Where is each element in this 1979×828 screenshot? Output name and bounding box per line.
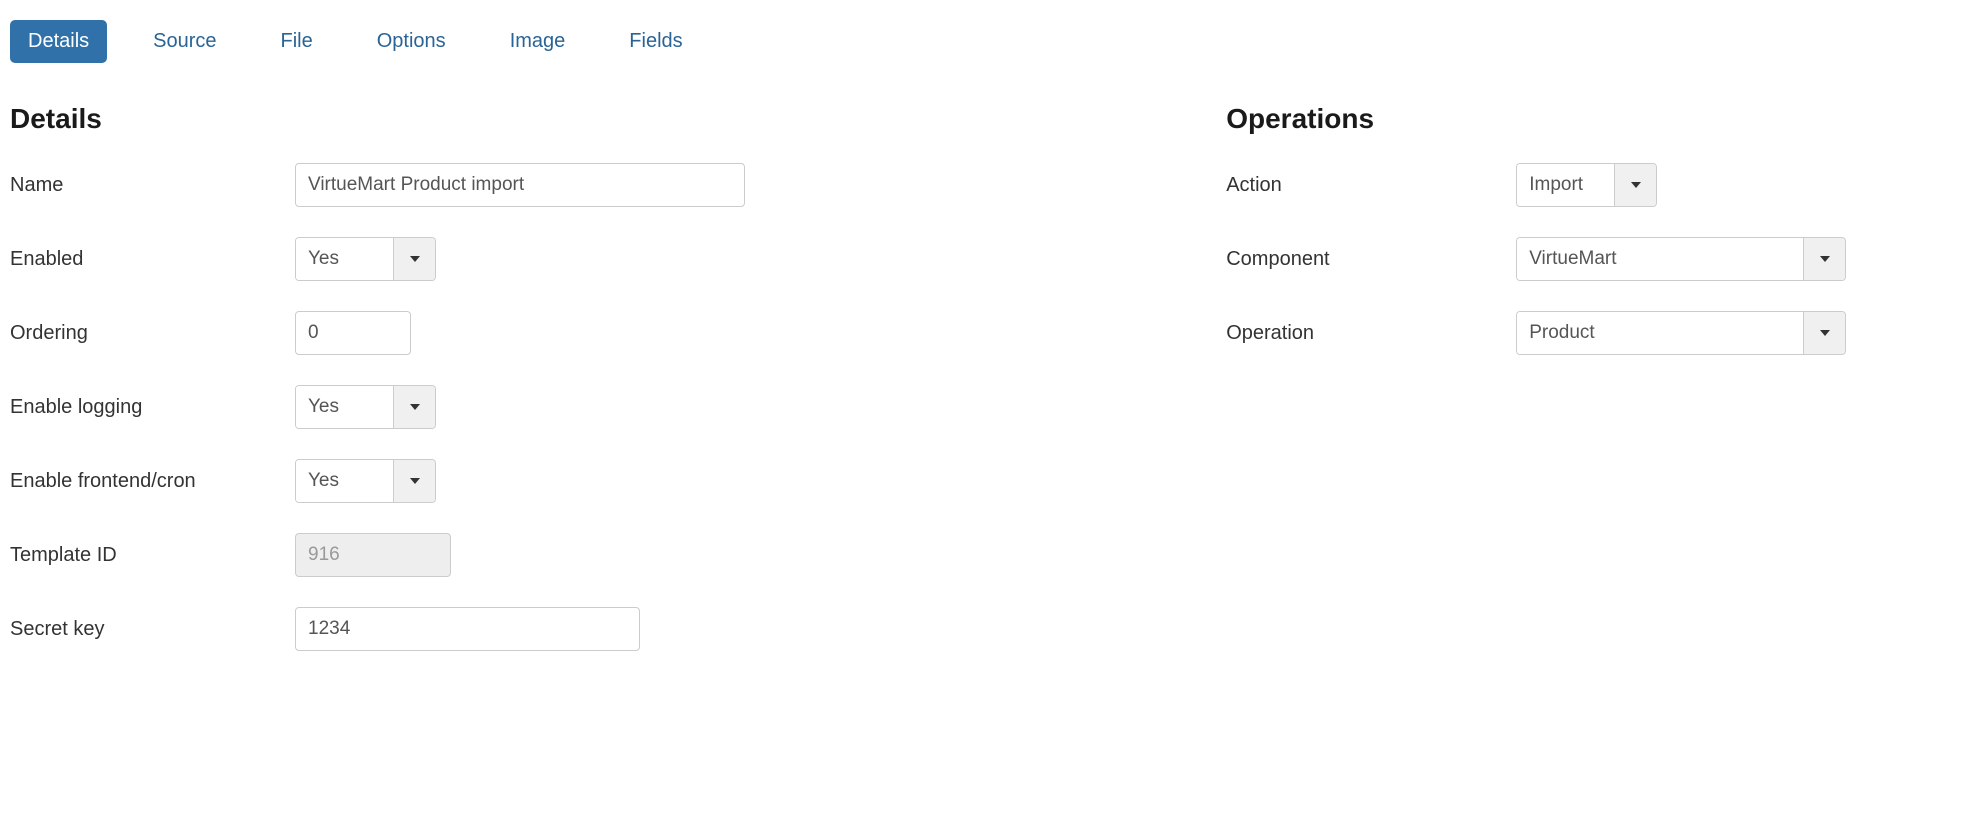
ordering-label: Ordering — [10, 322, 295, 345]
action-dropdown-button[interactable] — [1614, 164, 1656, 206]
enable-frontend-select[interactable]: Yes — [295, 459, 436, 503]
chevron-down-icon — [1820, 330, 1830, 336]
template-id-label: Template ID — [10, 544, 295, 567]
action-select[interactable]: Import — [1516, 163, 1657, 207]
enabled-label: Enabled — [10, 248, 295, 271]
operation-select[interactable]: Product — [1516, 311, 1846, 355]
enabled-dropdown-button[interactable] — [393, 238, 435, 280]
tab-options[interactable]: Options — [359, 20, 464, 63]
chevron-down-icon — [1820, 256, 1830, 262]
enable-logging-label: Enable logging — [10, 396, 295, 419]
enable-logging-value: Yes — [296, 386, 393, 428]
template-id-input — [295, 533, 451, 577]
tab-details[interactable]: Details — [10, 20, 107, 63]
chevron-down-icon — [410, 404, 420, 410]
enable-frontend-value: Yes — [296, 460, 393, 502]
enable-logging-select[interactable]: Yes — [295, 385, 436, 429]
enable-frontend-label: Enable frontend/cron — [10, 470, 295, 493]
secret-key-input[interactable] — [295, 607, 640, 651]
component-dropdown-button[interactable] — [1803, 238, 1845, 280]
operation-label: Operation — [1226, 322, 1516, 345]
chevron-down-icon — [410, 256, 420, 262]
operation-dropdown-button[interactable] — [1803, 312, 1845, 354]
enabled-value: Yes — [296, 238, 393, 280]
enabled-select[interactable]: Yes — [295, 237, 436, 281]
name-input[interactable] — [295, 163, 745, 207]
tabs-nav: Details Source File Options Image Fields — [10, 20, 1969, 63]
component-label: Component — [1226, 248, 1516, 271]
component-select[interactable]: VirtueMart — [1516, 237, 1846, 281]
action-value: Import — [1517, 164, 1614, 206]
tab-image[interactable]: Image — [492, 20, 584, 63]
operations-heading: Operations — [1226, 103, 1969, 135]
chevron-down-icon — [410, 478, 420, 484]
operations-panel: Operations Action Import Component Virtu… — [1226, 103, 1969, 681]
secret-key-label: Secret key — [10, 618, 295, 641]
details-heading: Details — [10, 103, 1146, 135]
tab-fields[interactable]: Fields — [611, 20, 700, 63]
details-panel: Details Name Enabled Yes Ordering Enable… — [10, 103, 1146, 681]
tab-source[interactable]: Source — [135, 20, 234, 63]
enable-logging-dropdown-button[interactable] — [393, 386, 435, 428]
chevron-down-icon — [1631, 182, 1641, 188]
action-label: Action — [1226, 174, 1516, 197]
component-value: VirtueMart — [1517, 238, 1803, 280]
operation-value: Product — [1517, 312, 1803, 354]
enable-frontend-dropdown-button[interactable] — [393, 460, 435, 502]
tab-file[interactable]: File — [263, 20, 331, 63]
ordering-input[interactable] — [295, 311, 411, 355]
name-label: Name — [10, 174, 295, 197]
